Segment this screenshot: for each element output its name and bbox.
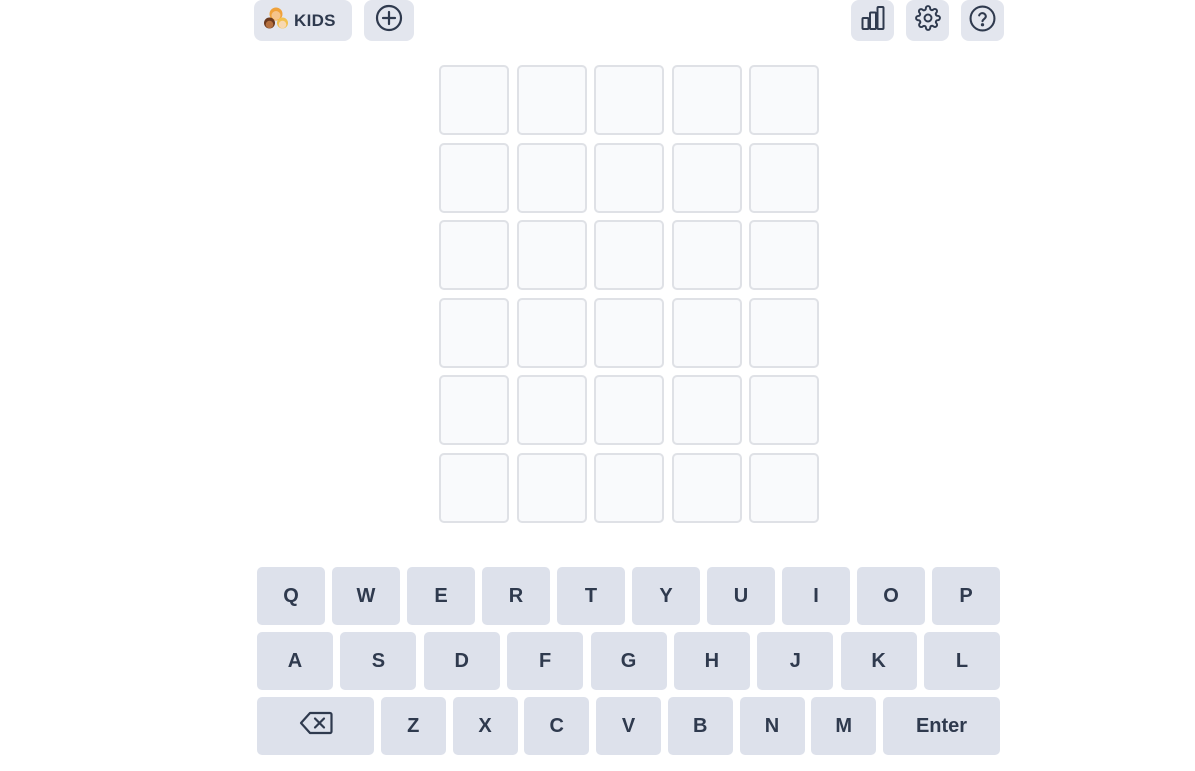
plus-circle-icon [375, 4, 403, 37]
letter-tile [594, 142, 664, 213]
letter-tile [516, 297, 587, 368]
enter-key[interactable]: Enter [883, 697, 1000, 755]
settings-button[interactable] [906, 0, 949, 41]
kids-emoji-icon [262, 4, 290, 37]
key-g[interactable]: G [590, 632, 667, 690]
bar-chart-icon [860, 5, 886, 36]
backspace-icon [299, 711, 333, 741]
key-c[interactable]: C [524, 697, 590, 755]
letter-tile [671, 220, 742, 290]
statistics-button[interactable] [851, 0, 894, 41]
letter-tile [439, 142, 509, 213]
letter-tile [749, 452, 819, 523]
letter-tile [594, 375, 664, 445]
backspace-key[interactable] [257, 697, 374, 755]
kids-mode-button[interactable]: KIDS [254, 0, 352, 41]
letter-tile [439, 452, 509, 523]
keyboard-row-1: QWERTYUIOP [257, 567, 1000, 625]
letter-tile [671, 142, 742, 213]
key-q[interactable]: Q [257, 567, 325, 625]
key-m[interactable]: M [811, 697, 877, 755]
letter-tile [671, 65, 742, 135]
letter-tile [749, 65, 819, 135]
letter-tile [516, 452, 587, 523]
letter-tile [516, 65, 587, 135]
game-board [439, 65, 819, 523]
letter-tile [749, 220, 819, 290]
key-x[interactable]: X [452, 697, 518, 755]
question-circle-icon [969, 5, 996, 37]
key-l[interactable]: L [924, 632, 1000, 690]
kids-label: KIDS [294, 10, 336, 30]
on-screen-keyboard: QWERTYUIOP ASDFGHJKL Z X C V B N M Enter [257, 567, 1000, 762]
key-h[interactable]: H [673, 632, 750, 690]
letter-tile [671, 375, 742, 445]
key-n[interactable]: N [739, 697, 805, 755]
letter-tile [439, 65, 509, 135]
help-button[interactable] [961, 0, 1004, 41]
letter-tile [439, 375, 509, 445]
letter-tile [439, 220, 509, 290]
letter-tile [594, 220, 664, 290]
key-v[interactable]: V [596, 697, 661, 755]
key-w[interactable]: W [332, 567, 400, 625]
letter-tile [516, 220, 587, 290]
key-i[interactable]: I [782, 567, 850, 625]
key-y[interactable]: Y [632, 567, 700, 625]
key-z[interactable]: Z [380, 697, 446, 755]
letter-tile [439, 297, 509, 368]
key-e[interactable]: E [407, 567, 475, 625]
letter-tile [749, 297, 819, 368]
key-t[interactable]: T [557, 567, 625, 625]
key-f[interactable]: F [507, 632, 584, 690]
letter-tile [516, 142, 587, 213]
key-r[interactable]: R [482, 567, 550, 625]
letter-tile [516, 375, 587, 445]
letter-tile [671, 452, 742, 523]
key-s[interactable]: S [340, 632, 417, 690]
key-a[interactable]: A [257, 632, 333, 690]
letter-tile [594, 65, 664, 135]
keyboard-row-3: Z X C V B N M Enter [257, 697, 1000, 755]
key-j[interactable]: J [757, 632, 834, 690]
letter-tile [671, 297, 742, 368]
key-p[interactable]: P [932, 567, 1000, 625]
letter-tile [594, 297, 664, 368]
key-u[interactable]: U [707, 567, 775, 625]
letter-tile [594, 452, 664, 523]
key-b[interactable]: B [667, 697, 733, 755]
gear-icon [914, 5, 941, 36]
key-o[interactable]: O [857, 567, 925, 625]
letter-tile [749, 142, 819, 213]
letter-tile [749, 375, 819, 445]
key-k[interactable]: K [840, 632, 917, 690]
add-button[interactable] [364, 0, 414, 41]
keyboard-row-2: ASDFGHJKL [257, 632, 1000, 690]
key-d[interactable]: D [423, 632, 500, 690]
